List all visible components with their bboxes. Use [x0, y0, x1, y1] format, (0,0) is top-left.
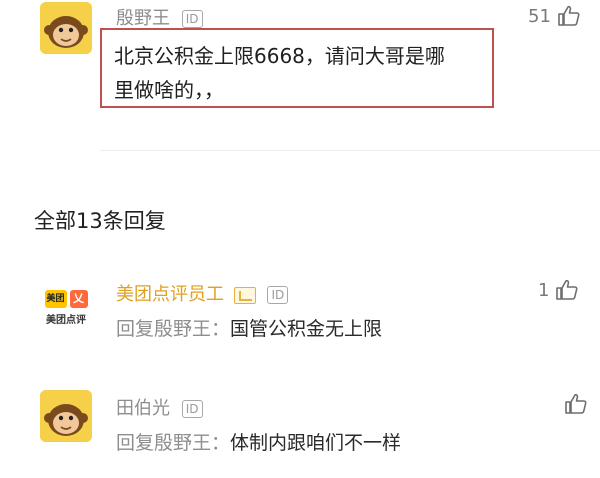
comment-text-line-1: 北京公积金上限6668，请问大哥是哪 — [114, 44, 445, 68]
id-badge: ID — [267, 286, 289, 304]
comment-author-row: 殷野王 ID — [116, 4, 203, 30]
reply-author-row: 美团点评员工 ID — [116, 280, 289, 306]
highlighted-comment-text: 北京公积金上限6668，请问大哥是哪 里做啥的，， — [100, 28, 494, 108]
thumbs-up-icon[interactable] — [557, 4, 581, 28]
reply-prefix: 回复殷野王： — [116, 318, 231, 340]
reply-author[interactable]: 美团点评员工 — [116, 284, 224, 305]
monkey-avatar-icon — [40, 2, 92, 54]
thumbs-up-icon[interactable] — [555, 278, 579, 302]
thumbs-up-icon[interactable] — [564, 392, 588, 416]
avatar-monkey[interactable] — [40, 2, 92, 54]
reply-text-row: 回复殷野王：体制内跟咱们不一样 — [116, 428, 401, 455]
reply-author[interactable]: 田伯光 — [116, 398, 170, 419]
divider — [100, 150, 600, 151]
reply-text-row: 回复殷野王：国管公积金无上限 — [116, 314, 382, 341]
avatar-monkey[interactable] — [40, 390, 92, 442]
comment-like[interactable]: 51 — [528, 4, 581, 28]
meituan-logo: 美团 乂 — [44, 290, 88, 308]
id-badge: ID — [181, 400, 203, 418]
meituan-logo-right: 乂 — [69, 290, 88, 308]
replies-header: 全部13条回复 — [34, 209, 166, 233]
reply-prefix: 回复殷野王： — [116, 432, 231, 454]
reply-author-row: 田伯光 ID — [116, 394, 203, 420]
meituan-logo-caption: 美团点评 — [46, 315, 86, 326]
reply-text: 国管公积金无上限 — [230, 318, 383, 340]
avatar-meituan[interactable]: 美团 乂 美团点评 — [40, 282, 92, 334]
comment-author[interactable]: 殷野王 — [116, 8, 170, 29]
id-badge: ID — [181, 10, 203, 28]
meituan-logo-left: 美团 — [44, 290, 67, 308]
monkey-avatar-icon — [40, 390, 92, 442]
like-count: 1 — [538, 279, 550, 301]
reply-text: 体制内跟咱们不一样 — [230, 432, 402, 454]
reply-like[interactable]: 1 — [538, 278, 579, 302]
verified-badge-icon — [233, 286, 256, 304]
like-count: 51 — [528, 5, 551, 27]
reply-like[interactable] — [558, 392, 588, 416]
comment-text-line-2: 里做啥的，， — [114, 78, 224, 102]
